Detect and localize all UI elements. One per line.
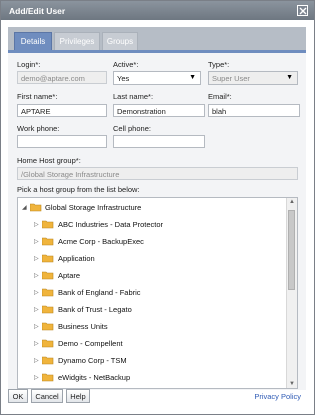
tree-item[interactable]: ▷ Demo - Compellent <box>18 336 283 352</box>
folder-icon <box>42 356 54 365</box>
last-name-label: Last name*: <box>113 92 154 101</box>
type-label: Type*: <box>208 60 230 69</box>
scroll-up-icon[interactable]: ▲ <box>289 199 295 205</box>
folder-icon <box>42 288 54 297</box>
tree-item-label: ABC Industries - Data Protector <box>58 220 164 229</box>
active-select-value: Yes <box>117 74 130 83</box>
tab-groups[interactable]: Groups <box>102 32 138 50</box>
folder-icon <box>42 254 54 263</box>
home-host-field[interactable]: /Global Storage Infrastructure <box>17 167 298 180</box>
folder-icon <box>42 237 54 246</box>
tree-scrollbar[interactable]: ▲ ▼ <box>286 198 297 388</box>
dialog-title: Add/Edit User <box>9 6 66 16</box>
expand-icon: ▷ <box>34 239 39 245</box>
expand-icon: ▷ <box>34 222 39 228</box>
tree-item-label: Bank of Trust - Legato <box>58 305 132 314</box>
host-group-tree[interactable]: ◢ Global Storage Infrastructure ▷ ABC In… <box>17 197 298 389</box>
tree-root-label: Global Storage Infrastructure <box>45 203 142 212</box>
ok-button[interactable]: OK <box>8 389 28 403</box>
close-icon <box>299 7 307 15</box>
tree-item[interactable]: ▷ Bank of England - Fabric <box>18 285 283 301</box>
folder-icon <box>42 271 54 280</box>
expand-icon: ▷ <box>34 341 39 347</box>
help-button[interactable]: Help <box>66 389 90 403</box>
tab-details[interactable]: Details <box>14 32 52 50</box>
tree-item-label: Business Units <box>58 322 108 331</box>
active-select[interactable]: Yes ▼ <box>113 71 201 85</box>
tree-item-label: Aptare <box>58 271 81 280</box>
tree-item[interactable]: ▷ eWidgits - NetBackup <box>18 370 283 386</box>
folder-icon <box>42 339 54 348</box>
tree-root-item[interactable]: ◢ Global Storage Infrastructure <box>18 200 283 216</box>
privacy-policy-link[interactable]: Privacy Policy <box>254 392 301 401</box>
folder-icon <box>42 322 54 331</box>
tree-item-label: eWidgits - NetBackup <box>58 373 131 382</box>
tree-item[interactable]: ▷ Business Units <box>18 319 283 335</box>
scrollbar-thumb[interactable] <box>288 210 295 290</box>
close-button[interactable] <box>297 5 308 16</box>
email-field[interactable]: blah <box>208 104 300 117</box>
login-field[interactable]: demo@aptare.com <box>17 71 107 84</box>
dropdown-arrow-icon: ▼ <box>286 74 293 81</box>
title-bar: Add/Edit User <box>1 1 314 20</box>
work-phone-label: Work phone: <box>17 124 60 133</box>
last-name-field[interactable]: Demonstration <box>113 104 205 117</box>
add-edit-user-dialog: Add/Edit User Details Privileges Groups … <box>0 0 315 415</box>
home-host-label: Home Host group*: <box>17 156 81 165</box>
expand-icon: ▷ <box>34 273 39 279</box>
folder-open-icon <box>30 203 42 212</box>
pick-host-group-label: Pick a host group from the list below: <box>17 185 140 194</box>
expand-icon: ▷ <box>34 290 39 296</box>
expand-icon: ▷ <box>34 375 39 381</box>
cell-phone-field[interactable] <box>113 135 205 148</box>
tree-item-label: Demo - Compellent <box>58 339 123 348</box>
work-phone-field[interactable] <box>17 135 107 148</box>
folder-icon <box>42 220 54 229</box>
first-name-label: First name*: <box>17 92 58 101</box>
active-label: Active*: <box>113 60 139 69</box>
first-name-field[interactable]: APTARE <box>17 104 107 117</box>
tab-privileges[interactable]: Privileges <box>54 32 100 50</box>
type-select-value: Super User <box>212 74 250 83</box>
collapse-icon: ◢ <box>22 205 27 211</box>
tree-item[interactable]: ▷ Bank of Trust - Legato <box>18 302 283 318</box>
tree-item[interactable]: ▷ Aptare <box>18 268 283 284</box>
folder-icon <box>42 305 54 314</box>
cancel-button[interactable]: Cancel <box>31 389 63 403</box>
tree-item[interactable]: ▷ Acme Corp - BackupExec <box>18 234 283 250</box>
cell-phone-label: Cell phone: <box>113 124 151 133</box>
expand-icon: ▷ <box>34 358 39 364</box>
scroll-down-icon[interactable]: ▼ <box>289 381 295 387</box>
type-select[interactable]: Super User ▼ <box>208 71 298 85</box>
tab-strip <box>8 27 306 51</box>
tree-item[interactable]: ▷ ABC Industries - Data Protector <box>18 217 283 233</box>
folder-icon <box>42 373 54 382</box>
tree-item[interactable]: ▷ Application <box>18 251 283 267</box>
expand-icon: ▷ <box>34 324 39 330</box>
expand-icon: ▷ <box>34 256 39 262</box>
tree-item[interactable]: ▷ Dynamo Corp - TSM <box>18 353 283 369</box>
expand-icon: ▷ <box>34 307 39 313</box>
tree-item-label: Bank of England - Fabric <box>58 288 141 297</box>
tree-item-label: Application <box>58 254 95 263</box>
email-label: Email*: <box>208 92 232 101</box>
tree-item-label: Dynamo Corp - TSM <box>58 356 127 365</box>
login-label: Login*: <box>17 60 41 69</box>
dropdown-arrow-icon: ▼ <box>189 74 196 81</box>
tree-item-label: Acme Corp - BackupExec <box>58 237 144 246</box>
